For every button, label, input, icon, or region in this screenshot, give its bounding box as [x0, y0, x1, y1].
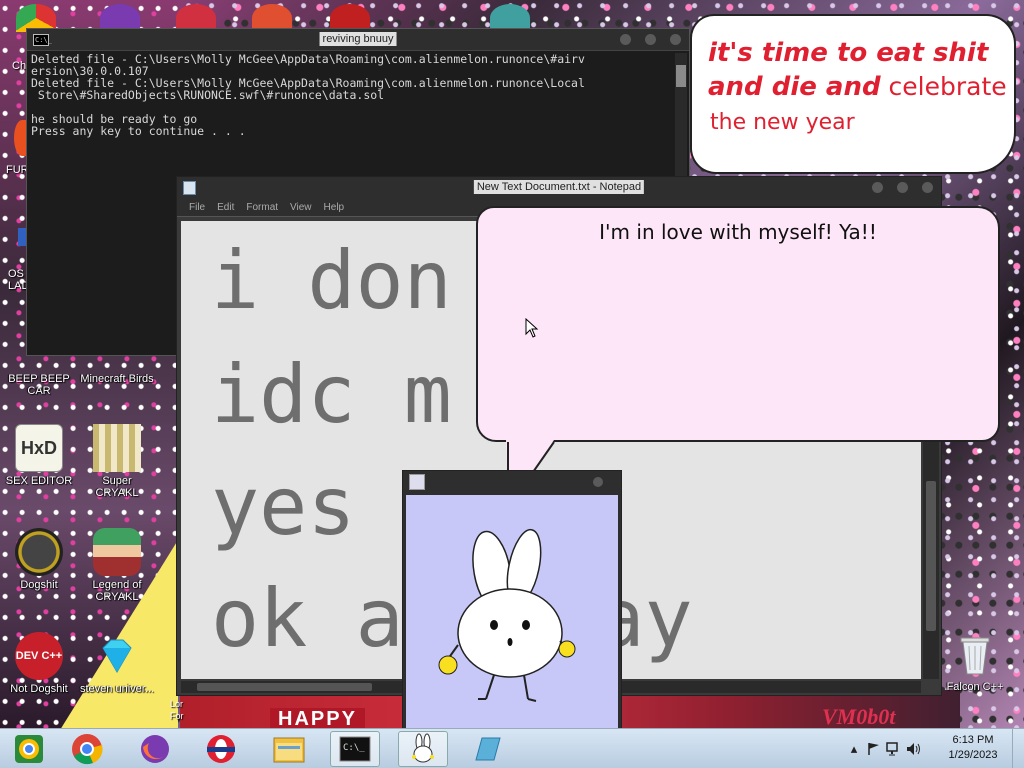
- maximize-button[interactable]: [645, 34, 656, 45]
- opera-icon: [207, 735, 235, 763]
- notepad-vscroll-thumb[interactable]: [926, 481, 936, 631]
- desktop-icon-label: Dogshit: [20, 579, 58, 591]
- network-icon[interactable]: [884, 739, 904, 759]
- desktop-icon-steven-universe[interactable]: steven univer...: [80, 632, 154, 695]
- menu-edit[interactable]: Edit: [211, 199, 240, 216]
- minimize-button[interactable]: [620, 34, 631, 45]
- recycle-bin-icon: [951, 630, 999, 678]
- notepad-window-title: New Text Document.txt - Notepad: [473, 180, 645, 194]
- taskbar-clock[interactable]: 6:13 PM 1/29/2023: [938, 733, 1008, 763]
- notepad-icon: [183, 181, 196, 195]
- desktop-icon-not-dogshit[interactable]: DEV C++ Not Dogshit: [2, 632, 76, 695]
- bunny-window[interactable]: [402, 470, 622, 738]
- chrome-icon: [72, 734, 103, 765]
- taskbar-cmd[interactable]: C:\_: [330, 731, 380, 767]
- close-button[interactable]: [922, 182, 933, 193]
- flag-icon[interactable]: [864, 739, 884, 759]
- notepad-title-bar[interactable]: New Text Document.txt - Notepad: [177, 177, 941, 199]
- notepad-text-line: i don: [211, 234, 452, 327]
- taskbar-chrome-stack[interactable]: [4, 731, 54, 767]
- cmd-icon: C:\_: [33, 34, 52, 46]
- cmd-line: Store\#SharedObjects\RUNONCE.swf\#runonc…: [31, 88, 385, 102]
- show-desktop-button[interactable]: [1012, 729, 1024, 768]
- bunny-canvas[interactable]: [406, 495, 618, 734]
- pixel-cat-icon: [93, 424, 141, 472]
- desktop-icon-label: BEEP BEEP CAR: [8, 373, 70, 397]
- menu-view[interactable]: View: [284, 199, 318, 216]
- taskbar: C:\_ ▴ 6:13 PM 1/29/2023: [0, 728, 1024, 768]
- cmd-scroll-thumb[interactable]: [676, 65, 686, 87]
- desktop-icon-sex-editor[interactable]: HxD SEX EDITOR: [2, 424, 76, 487]
- desktop-icon-dogshit[interactable]: Dogshit: [2, 528, 76, 591]
- desktop-icon-label: Super CRYAKL: [95, 475, 139, 499]
- chevron-up-icon[interactable]: ▴: [844, 739, 864, 759]
- chrome-stack-icon: [15, 735, 43, 763]
- desktop-icon-label: SEX EDITOR: [5, 475, 73, 487]
- bubble-line-2-bold: and die and: [708, 72, 881, 102]
- taskbar-firefox[interactable]: [130, 731, 180, 767]
- desktop-icon-label-partial[interactable]: Lor For: [170, 698, 184, 722]
- desktop-icon-legend-of-cryakl[interactable]: Legend of CRYAKL: [80, 528, 154, 603]
- desktop-icon-label: Legend of CRYAKL: [92, 579, 142, 603]
- desktop-icon-super-cryakl[interactable]: Super CRYAKL: [80, 424, 154, 499]
- dogshit-icon: [15, 528, 63, 576]
- desktop-icon-label: Minecraft Birds: [80, 373, 154, 385]
- bubble-line-2-plain: celebrate: [880, 72, 1007, 101]
- bunny-character[interactable]: [406, 495, 620, 736]
- menu-help[interactable]: Help: [318, 199, 351, 216]
- svg-text:C:\_: C:\_: [343, 743, 365, 753]
- minimize-button[interactable]: [872, 182, 883, 193]
- maximize-button[interactable]: [897, 182, 908, 193]
- clock-time: 6:13 PM: [952, 734, 994, 746]
- desktop-icon-label: Not Dogshit: [10, 683, 68, 695]
- speech-bubble-new-year: it's time to eat shit and die and celebr…: [692, 16, 1014, 172]
- taskbar-file-explorer[interactable]: [264, 731, 314, 767]
- bunny-title-bar[interactable]: [403, 471, 621, 493]
- close-button[interactable]: [670, 34, 681, 45]
- desktop-icon-label-partial[interactable]: OS LAD: [8, 268, 29, 292]
- notepad-text-line: idc m: [211, 348, 452, 441]
- clock-date: 1/29/2023: [948, 749, 998, 761]
- taskbar-generic-app[interactable]: [462, 731, 512, 767]
- system-tray: ▴: [844, 729, 924, 768]
- mouse-cursor-icon: [525, 318, 539, 338]
- desktop-icon-label: Falcon C++: [946, 681, 1004, 693]
- cmd-window-title: reviving bnuuy: [319, 32, 397, 46]
- taskbar-opera[interactable]: [196, 731, 246, 767]
- hxd-badge-text: HxD: [20, 437, 57, 458]
- speech-bubble-bunny: I'm in love with myself! Ya!!: [476, 206, 1000, 442]
- notepad-text-line: yes: [211, 460, 356, 553]
- bunny-app-icon: [409, 474, 425, 490]
- desktop-icon-label-partial[interactable]: Ch: [12, 60, 26, 72]
- notepad-hscroll-thumb[interactable]: [197, 683, 372, 691]
- volume-icon[interactable]: [904, 739, 924, 759]
- bunny-speech-text: I'm in love with myself! Ya!!: [599, 220, 877, 244]
- dev-cpp-badge-text: DEV C++: [15, 650, 63, 662]
- desktop-icon-falcon-cpp[interactable]: Falcon C++: [938, 630, 1012, 693]
- cmd-line: Press any key to continue . . .: [31, 124, 246, 138]
- bunny-icon: [412, 733, 434, 763]
- cmd-title-bar[interactable]: C:\_ reviving bnuuy: [27, 29, 689, 51]
- desktop-icon-label: steven univer...: [80, 683, 154, 695]
- character-icon: [93, 528, 141, 576]
- app-window-icon: [475, 737, 501, 761]
- diamond-icon: [93, 632, 141, 680]
- taskbar-chrome[interactable]: [62, 731, 112, 767]
- folder-icon: [273, 737, 305, 763]
- bubble-line-3: the new year: [710, 110, 855, 135]
- bubble-line-2: and die and celebrate: [708, 70, 1007, 104]
- taskbar-bunny[interactable]: [398, 731, 448, 767]
- menu-format[interactable]: Format: [240, 199, 284, 216]
- menu-file[interactable]: File: [183, 199, 211, 216]
- firefox-icon: [141, 735, 169, 763]
- dev-cpp-icon: DEV C++: [15, 632, 63, 680]
- cmd-icon: C:\_: [339, 736, 371, 762]
- close-button[interactable]: [593, 477, 603, 487]
- wallpaper-vm-text: VM0b0t: [822, 704, 896, 729]
- bubble-line-1: it's time to eat shit: [708, 38, 989, 68]
- hxd-icon: HxD: [15, 424, 63, 472]
